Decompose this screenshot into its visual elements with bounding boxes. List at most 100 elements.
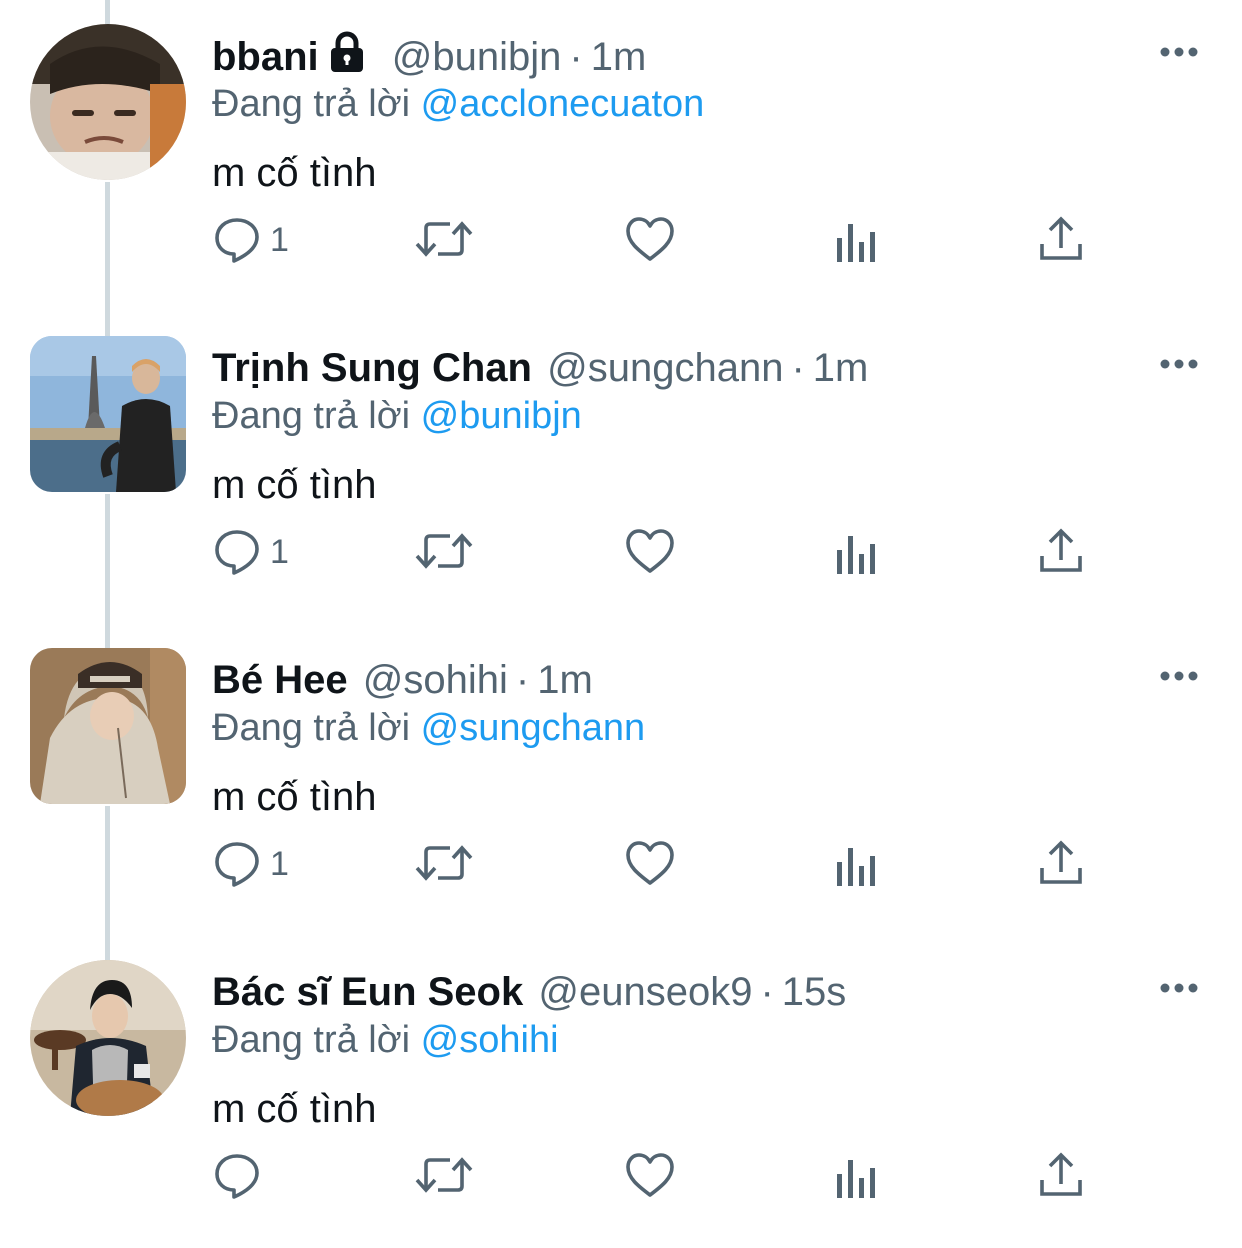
tweet-header: Bác sĩ Eun Seok @eunseok9 · 15s <box>212 966 846 1018</box>
replying-label: Đang trả lời <box>212 395 411 437</box>
like-button[interactable] <box>624 522 676 582</box>
analytics-button[interactable] <box>834 834 878 894</box>
timestamp[interactable]: 1m <box>537 658 593 702</box>
avatar[interactable] <box>30 960 186 1116</box>
display-name[interactable]: Bác sĩ Eun Seok <box>212 970 523 1014</box>
avatar[interactable] <box>30 648 186 804</box>
timestamp[interactable]: 1m <box>591 35 647 79</box>
mention-link[interactable]: @acclonecuaton <box>421 83 705 125</box>
tweet-text: m cố tình <box>212 775 377 819</box>
avatar[interactable] <box>30 24 186 180</box>
reply-count: 1 <box>270 845 289 883</box>
like-button[interactable] <box>624 210 676 270</box>
retweet-button[interactable] <box>414 210 474 270</box>
share-icon <box>1040 528 1082 572</box>
user-handle[interactable]: @sohihi <box>363 658 508 702</box>
timestamp[interactable]: 1m <box>813 346 869 390</box>
reply-icon <box>215 1154 259 1199</box>
analytics-button[interactable] <box>834 522 878 582</box>
tweet[interactable]: Bác sĩ Eun Seok @eunseok9 · 15s Đang trả l… <box>0 936 1242 1248</box>
user-handle[interactable]: @sungchann <box>547 346 783 390</box>
replying-label: Đang trả lời <box>212 707 411 749</box>
reply-button[interactable] <box>212 1146 312 1206</box>
separator: · <box>515 658 530 702</box>
replying-label: Đang trả lời <box>212 1019 411 1061</box>
retweet-button[interactable] <box>414 834 474 894</box>
tweet-actions: 1 <box>0 210 1242 270</box>
separator: · <box>760 970 774 1014</box>
retweet-icon <box>415 845 473 881</box>
analytics-icon <box>837 224 875 262</box>
avatar-image <box>30 960 186 1116</box>
share-icon <box>1040 840 1082 884</box>
reply-icon <box>215 218 259 263</box>
like-icon <box>626 217 674 261</box>
more-button[interactable] <box>1154 968 1204 1008</box>
reply-count: 1 <box>270 533 289 571</box>
display-name[interactable]: Trịnh Sung Chan <box>212 346 532 390</box>
tweet[interactable]: bbani @bunibjn · 1m Đang trả lời @acclonec… <box>0 0 1242 312</box>
like-icon <box>626 841 674 885</box>
tweet-text: m cố tình <box>212 463 377 507</box>
tweet-actions <box>0 1146 1242 1206</box>
tweet-header: Bé Hee @sohihi · 1m <box>212 654 593 706</box>
more-button[interactable] <box>1154 344 1204 384</box>
reply-button[interactable]: 1 <box>212 210 312 270</box>
like-icon <box>626 529 674 573</box>
reply-button[interactable]: 1 <box>212 834 312 894</box>
tweet-header: bbani @bunibjn · 1m <box>212 30 646 82</box>
analytics-button[interactable] <box>834 1146 878 1206</box>
tweet-header: Trịnh Sung Chan @sungchann · 1m <box>212 342 868 394</box>
user-handle[interactable]: @bunibjn <box>392 35 562 79</box>
display-name[interactable]: bbani <box>212 35 319 79</box>
analytics-icon <box>837 1160 875 1198</box>
mention-link[interactable]: @bunibjn <box>421 395 582 437</box>
lock-icon <box>327 30 367 74</box>
replying-to: Đang trả lời @sungchann <box>212 704 645 752</box>
tweet-text: m cố tình <box>212 1087 377 1131</box>
retweet-icon <box>415 1157 473 1193</box>
share-button[interactable] <box>1038 522 1084 582</box>
tweet-actions: 1 <box>0 834 1242 894</box>
more-icon <box>1160 47 1198 57</box>
reply-button[interactable]: 1 <box>212 522 312 582</box>
like-icon <box>626 1153 674 1197</box>
more-icon <box>1160 983 1198 993</box>
avatar-image <box>30 336 186 492</box>
avatar[interactable] <box>30 336 186 492</box>
replying-to: Đang trả lời @sohihi <box>212 1016 559 1064</box>
reply-icon <box>215 530 259 575</box>
mention-link[interactable]: @sungchann <box>421 707 646 749</box>
tweet[interactable]: Trịnh Sung Chan @sungchann · 1m Đang trả l… <box>0 312 1242 624</box>
retweet-icon <box>415 221 473 257</box>
reply-icon <box>215 842 259 887</box>
more-button[interactable] <box>1154 656 1204 696</box>
like-button[interactable] <box>624 1146 676 1206</box>
tweet-text: m cố tình <box>212 151 377 195</box>
more-button[interactable] <box>1154 32 1204 72</box>
avatar-image <box>30 24 186 180</box>
display-name[interactable]: Bé Hee <box>212 658 348 702</box>
separator: · <box>791 346 805 390</box>
avatar-image <box>30 648 186 804</box>
tweet[interactable]: Bé Hee @sohihi · 1m Đang trả lời @sungchan… <box>0 624 1242 936</box>
user-handle[interactable]: @eunseok9 <box>538 970 752 1014</box>
tweet-actions: 1 <box>0 522 1242 582</box>
analytics-icon <box>837 848 875 886</box>
analytics-button[interactable] <box>834 210 878 270</box>
share-button[interactable] <box>1038 1146 1084 1206</box>
share-button[interactable] <box>1038 834 1084 894</box>
replying-to: Đang trả lời @bunibjn <box>212 392 582 440</box>
like-button[interactable] <box>624 834 676 894</box>
more-icon <box>1160 359 1198 369</box>
retweet-button[interactable] <box>414 1146 474 1206</box>
mention-link[interactable]: @sohihi <box>421 1019 559 1061</box>
share-button[interactable] <box>1038 210 1084 270</box>
replying-to: Đang trả lời @acclonecuaton <box>212 80 704 128</box>
separator: · <box>569 35 583 79</box>
more-icon <box>1160 671 1198 681</box>
replying-label: Đang trả lời <box>212 83 411 125</box>
retweet-button[interactable] <box>414 522 474 582</box>
timestamp[interactable]: 15s <box>782 970 847 1014</box>
analytics-icon <box>837 536 875 574</box>
